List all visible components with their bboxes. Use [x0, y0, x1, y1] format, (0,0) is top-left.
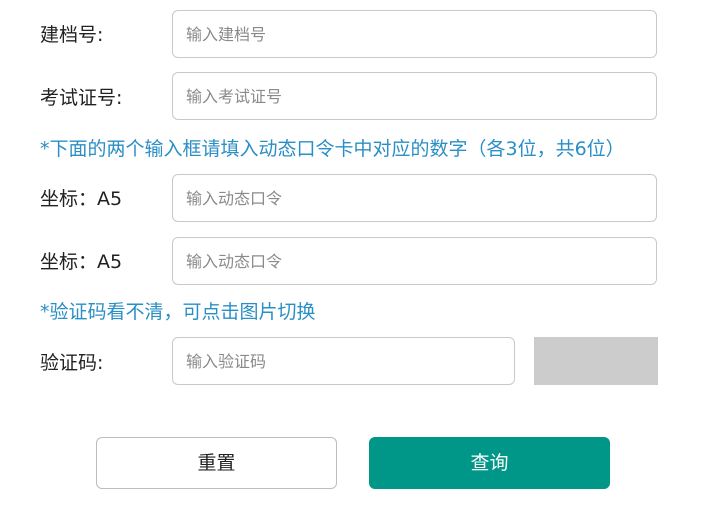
captcha-image[interactable]	[534, 337, 658, 385]
captcha-note: *验证码看不清，可点击图片切换	[40, 301, 316, 323]
archive-no-label: 建档号:	[40, 24, 104, 46]
coordinate-label-1: 坐标：A5	[40, 188, 123, 210]
dynamic-token-input-1[interactable]	[172, 174, 657, 222]
reset-button[interactable]: 重置	[96, 437, 337, 489]
exam-cert-no-input[interactable]	[172, 72, 657, 120]
dynamic-token-input-2[interactable]	[172, 237, 657, 285]
coordinate-label-2: 坐标：A5	[40, 251, 123, 273]
query-button[interactable]: 查询	[369, 437, 610, 489]
captcha-label: 验证码:	[40, 352, 104, 374]
captcha-input[interactable]	[172, 337, 515, 385]
dynamic-token-note: *下面的两个输入框请填入动态口令卡中对应的数字（各3位，共6位）	[40, 138, 625, 160]
archive-no-input[interactable]	[172, 10, 657, 58]
exam-cert-no-label: 考试证号:	[40, 87, 123, 109]
